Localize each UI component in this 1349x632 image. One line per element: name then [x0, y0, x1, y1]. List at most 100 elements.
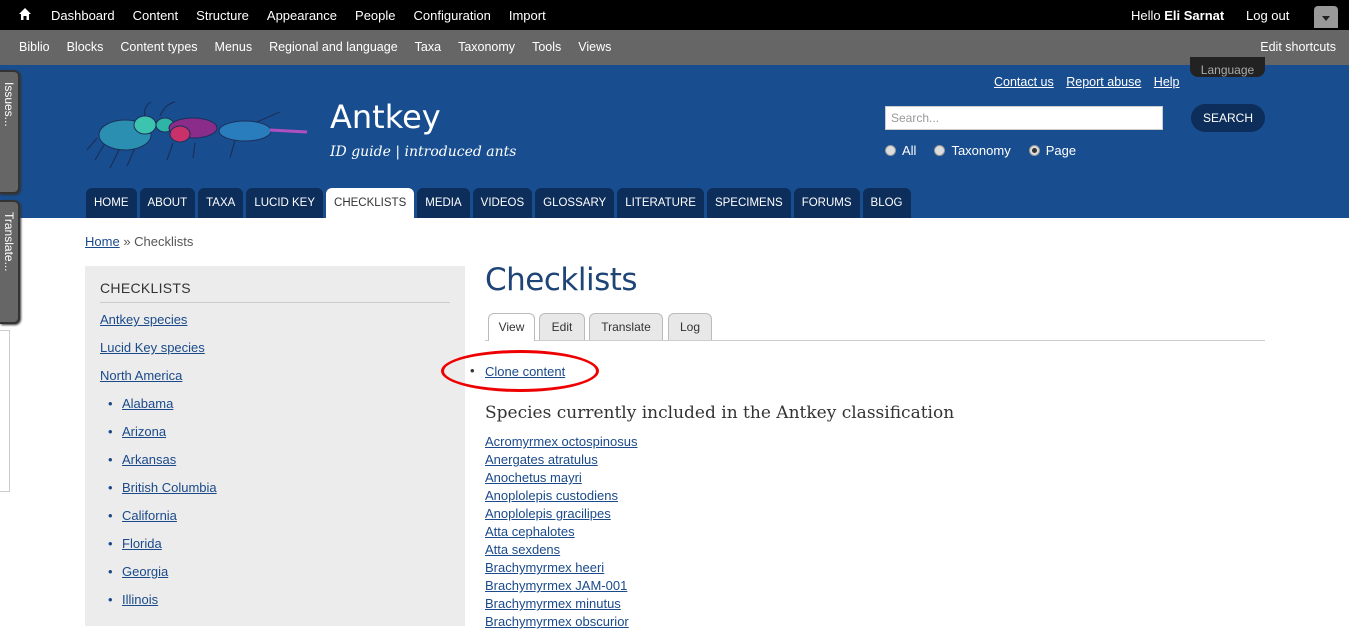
logout-link[interactable]: Log out	[1246, 8, 1289, 23]
sidebar-link[interactable]: Arizona	[122, 424, 166, 439]
shortcut-regional-and-language[interactable]: Regional and language	[261, 40, 406, 54]
species-link[interactable]: Brachymyrmex obscurior	[485, 614, 629, 629]
species-link[interactable]: Brachymyrmex JAM-001	[485, 578, 627, 593]
tab-view[interactable]: View	[488, 313, 535, 341]
main-menu-literature[interactable]: LITERATURE	[617, 188, 704, 218]
tab-edit[interactable]: Edit	[539, 313, 585, 340]
shortcut-menus[interactable]: Menus	[207, 40, 261, 54]
sidebar-title: CHECKLISTS	[100, 280, 450, 303]
toolbar-toggle-icon[interactable]	[1314, 6, 1338, 28]
list-item: Anergates atratulus	[485, 452, 637, 470]
admin-menu-dashboard[interactable]: Dashboard	[42, 8, 124, 23]
sidebar-link[interactable]: Georgia	[122, 564, 168, 579]
search-button[interactable]: SEARCH	[1191, 104, 1265, 132]
shortcut-views[interactable]: Views	[570, 40, 619, 54]
species-link[interactable]: Atta sexdens	[485, 542, 560, 557]
shortcut-taxa[interactable]: Taxa	[407, 40, 449, 54]
list-item: Brachymyrmex JAM-001	[485, 578, 637, 596]
species-link[interactable]: Anoplolepis custodiens	[485, 488, 618, 503]
main-menu-checklists[interactable]: CHECKLISTS	[326, 188, 415, 218]
species-link[interactable]: Acromyrmex octospinosus	[485, 434, 637, 449]
help-link[interactable]: Help	[1154, 75, 1180, 89]
main-menu: HOME ABOUT TAXA LUCID KEY CHECKLISTS MEDIA VID…	[86, 188, 914, 218]
sidebar-item-california: California	[100, 508, 217, 536]
shortcut-taxonomy[interactable]: Taxonomy	[450, 40, 523, 54]
sidebar-link[interactable]: Alabama	[122, 396, 173, 411]
scope-page[interactable]: Page	[1028, 143, 1076, 158]
content-tabs: View Edit Translate Log	[485, 313, 1265, 341]
edit-shortcuts-link[interactable]: Edit shortcuts	[1260, 40, 1336, 54]
species-link[interactable]: Brachymyrmex minutus	[485, 596, 621, 611]
breadcrumb-current: Checklists	[134, 234, 194, 249]
sidebar-link[interactable]: California	[122, 508, 177, 523]
list-item: Acromyrmex octospinosus	[485, 434, 637, 452]
tab-log[interactable]: Log	[668, 313, 712, 340]
shortcut-biblio[interactable]: Biblio	[11, 40, 58, 54]
main-menu-about[interactable]: ABOUT	[139, 188, 196, 218]
main-menu-forums[interactable]: FORUMS	[793, 188, 860, 218]
species-list: Acromyrmex octospinosus Anergates atratul…	[485, 434, 637, 632]
home-icon[interactable]	[18, 7, 32, 21]
page-title: Checklists	[485, 262, 638, 298]
language-button[interactable]: Language	[1190, 57, 1265, 77]
list-item: Atta cephalotes	[485, 524, 637, 542]
radio-taxonomy[interactable]	[934, 145, 946, 156]
admin-menu-content[interactable]: Content	[124, 8, 188, 23]
admin-menu-people[interactable]: People	[346, 8, 404, 23]
species-link[interactable]: Anochetus mayri	[485, 470, 582, 485]
sidebar-item-british-columbia: British Columbia	[100, 480, 217, 508]
breadcrumb-home-link[interactable]: Home	[85, 234, 120, 249]
site-name[interactable]: Antkey	[330, 98, 441, 136]
species-link[interactable]: Anoplolepis gracilipes	[485, 506, 611, 521]
shortcut-content-types[interactable]: Content types	[112, 40, 205, 54]
scope-taxonomy[interactable]: Taxonomy	[934, 143, 1011, 158]
main-menu-videos[interactable]: VIDEOS	[472, 188, 533, 218]
admin-toolbar: Dashboard Content Structure Appearance Peopl…	[0, 0, 1349, 30]
contact-us-link[interactable]: Contact us	[994, 75, 1054, 89]
sidebar-link[interactable]: Antkey species	[100, 312, 187, 327]
sidebar-link[interactable]: Illinois	[122, 592, 158, 607]
user-greeting: Hello Eli Sarnat	[1131, 8, 1225, 23]
translate-tab[interactable]: Translate...	[0, 200, 20, 324]
main-menu-taxa[interactable]: TAXA	[198, 188, 244, 218]
main-menu-media[interactable]: MEDIA	[417, 188, 470, 218]
breadcrumb: Home » Checklists	[85, 234, 194, 249]
species-link[interactable]: Anergates atratulus	[485, 452, 598, 467]
sidebar-item-antkey-species: Antkey species	[100, 312, 217, 340]
radio-page[interactable]	[1028, 145, 1040, 156]
sidebar-link[interactable]: Lucid Key species	[100, 340, 205, 355]
admin-menu-appearance[interactable]: Appearance	[258, 8, 346, 23]
main-menu-glossary[interactable]: GLOSSARY	[535, 188, 615, 218]
sidebar-item-lucid-key-species: Lucid Key species	[100, 340, 217, 368]
shortcut-blocks[interactable]: Blocks	[59, 40, 112, 54]
user-name[interactable]: Eli Sarnat	[1164, 8, 1224, 23]
site-logo[interactable]	[85, 98, 310, 173]
main-menu-specimens[interactable]: SPECIMENS	[706, 188, 791, 218]
sidebar-item-illinois: Illinois	[100, 592, 217, 620]
scope-all[interactable]: All	[885, 143, 916, 158]
shortcut-tools[interactable]: Tools	[524, 40, 569, 54]
main-menu-lucid-key[interactable]: LUCID KEY	[246, 188, 324, 218]
sidebar-item-florida: Florida	[100, 536, 217, 564]
search-input[interactable]: Search...	[885, 106, 1163, 130]
admin-menu-configuration[interactable]: Configuration	[405, 8, 500, 23]
sidebar-list: Antkey species Lucid Key species North Ame…	[100, 312, 217, 620]
admin-menu: Dashboard Content Structure Appearance Peopl…	[42, 0, 555, 30]
species-link[interactable]: Atta cephalotes	[485, 524, 575, 539]
main-menu-blog[interactable]: BLOG	[862, 188, 911, 218]
report-abuse-link[interactable]: Report abuse	[1066, 75, 1141, 89]
species-link[interactable]: Brachymyrmex heeri	[485, 560, 604, 575]
admin-menu-import[interactable]: Import	[500, 8, 555, 23]
admin-menu-structure[interactable]: Structure	[187, 8, 258, 23]
shortcut-bar: Biblio Blocks Content types Menus Regional a…	[0, 30, 1349, 65]
tab-translate[interactable]: Translate	[589, 313, 663, 340]
sidebar-link[interactable]: Florida	[122, 536, 162, 551]
sidebar-link[interactable]: British Columbia	[122, 480, 217, 495]
sidebar-link[interactable]: North America	[100, 368, 182, 383]
radio-all[interactable]	[885, 145, 896, 156]
sidebar-link[interactable]: Arkansas	[122, 452, 176, 467]
main-menu-home[interactable]: HOME	[86, 188, 137, 218]
list-item: Anoplolepis custodiens	[485, 488, 637, 506]
issues-tab[interactable]: Issues...	[0, 70, 20, 194]
site-header: Language Antkey ID guide | introduced an…	[0, 57, 1349, 218]
